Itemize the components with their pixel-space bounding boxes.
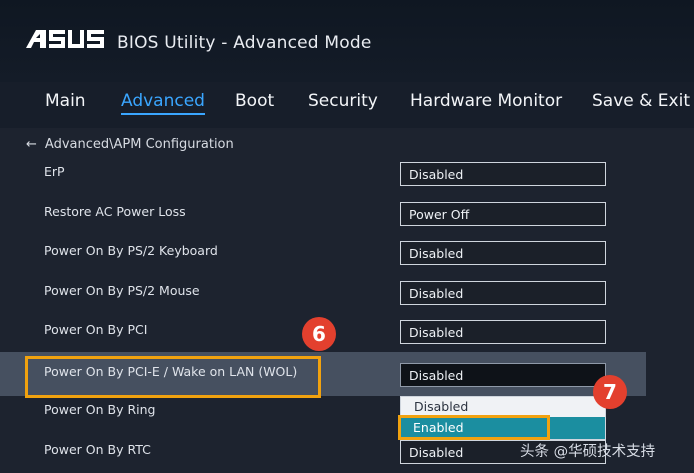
setting-row-ps2-keyboard[interactable]: Power On By PS/2 Keyboard Disabled [0, 232, 648, 272]
tab-main[interactable]: Main [45, 91, 86, 111]
tab-boot[interactable]: Boot [235, 91, 274, 111]
back-arrow-icon[interactable]: ← [26, 137, 37, 152]
setting-label: Power On By PS/2 Mouse [44, 283, 200, 298]
setting-label: Power On By PCI [44, 322, 148, 337]
tab-save-exit[interactable]: Save & Exit [592, 91, 690, 111]
setting-label: Power On By Ring [44, 402, 156, 417]
watermark: 头条 @华硕技术支持 [520, 444, 656, 460]
setting-value-select[interactable]: Power Off [400, 202, 606, 226]
step-badge-6: 6 [302, 317, 336, 351]
main-tabs: Main Advanced Boot Security Hardware Mon… [0, 82, 694, 128]
app-title: BIOS Utility - Advanced Mode [117, 33, 372, 53]
breadcrumb-path: Advanced\APM Configuration [44, 137, 234, 152]
asus-logo [26, 30, 104, 48]
setting-label: Restore AC Power Loss [44, 204, 186, 219]
setting-label: ErP [44, 164, 65, 179]
dropdown-option-disabled[interactable]: Disabled [414, 399, 468, 414]
setting-value-select[interactable]: Disabled [400, 162, 606, 186]
setting-value-select[interactable]: Disabled [400, 241, 606, 265]
setting-label: Power On By RTC [44, 442, 151, 457]
setting-value-select[interactable]: Disabled [400, 320, 606, 344]
setting-value-select[interactable]: Disabled [400, 281, 606, 305]
setting-value-select[interactable]: Disabled [400, 363, 606, 387]
setting-row-restore-ac-power-loss[interactable]: Restore AC Power Loss Power Off [0, 193, 648, 233]
step-badge-7: 7 [593, 375, 627, 409]
tab-advanced[interactable]: Advanced [121, 91, 205, 115]
setting-label: Power On By PCI-E / Wake on LAN (WOL) [44, 364, 298, 379]
tab-hardware-monitor[interactable]: Hardware Monitor [410, 91, 562, 111]
dropdown-option-enabled[interactable]: Enabled [401, 417, 605, 439]
option-dropdown[interactable]: Disabled Enabled [400, 396, 606, 440]
setting-row-pcie-wol[interactable]: Power On By PCI-E / Wake on LAN (WOL) Di… [0, 352, 646, 396]
title-bar: BIOS Utility - Advanced Mode [0, 0, 694, 83]
setting-row-ps2-mouse[interactable]: Power On By PS/2 Mouse Disabled [0, 272, 648, 312]
setting-row-erp[interactable]: ErP Disabled [0, 153, 648, 193]
setting-label: Power On By PS/2 Keyboard [44, 243, 218, 258]
breadcrumb[interactable]: ← Advanced\APM Configuration [26, 137, 234, 152]
tab-security[interactable]: Security [308, 91, 378, 111]
